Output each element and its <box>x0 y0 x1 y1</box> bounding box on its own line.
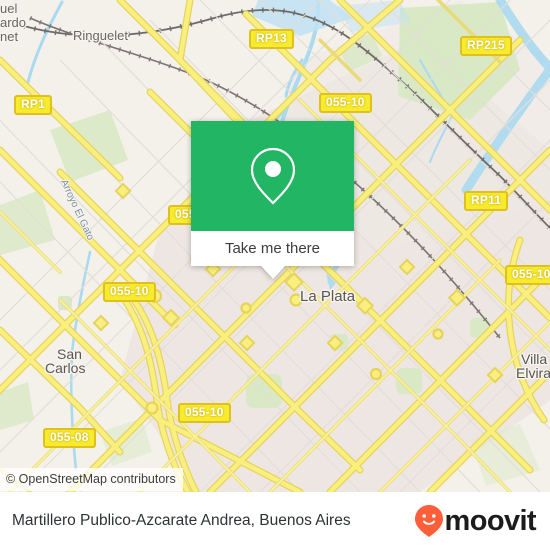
map-attribution[interactable]: © OpenStreetMap contributors <box>0 468 183 491</box>
moovit-wordmark: moovit <box>444 504 537 537</box>
map-canvas[interactable]: Ringuelet La Plata uel ardo net San Carl… <box>0 0 550 492</box>
footer-bar: Martillero Publico-Azcarate Andrea, Buen… <box>0 492 550 550</box>
popup-pointer-tail <box>260 266 285 279</box>
page-title: Martillero Publico-Azcarate Andrea, Buen… <box>12 512 351 529</box>
moovit-map-screenshot: Ringuelet La Plata uel ardo net San Carl… <box>0 0 550 550</box>
take-me-there-button[interactable]: Take me there <box>191 231 354 266</box>
attribution-label: © OpenStreetMap contributors <box>6 472 176 486</box>
location-popup-card[interactable]: Take me there <box>191 121 354 279</box>
moovit-logo[interactable]: moovit <box>414 504 537 538</box>
map-pin-icon <box>250 147 295 205</box>
moovit-pin-smiley-icon <box>414 505 443 537</box>
popup-header <box>191 121 354 231</box>
take-me-there-label: Take me there <box>224 240 321 257</box>
